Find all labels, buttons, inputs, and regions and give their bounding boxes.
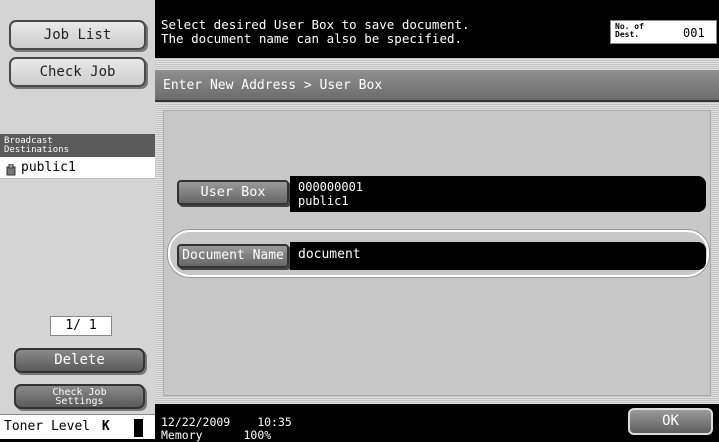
user-box-button[interactable]: User Box	[177, 180, 289, 205]
user-box-name: public1	[298, 194, 349, 208]
check-job-settings-button[interactable]: Check Job Settings	[14, 384, 145, 409]
document-name-button[interactable]: Document Name	[177, 244, 289, 268]
document-name-label: Document Name	[182, 248, 284, 263]
user-box-icon	[6, 162, 16, 176]
document-name-value: document	[298, 247, 361, 262]
breadcrumb: Enter New Address > User Box	[155, 70, 719, 102]
broadcast-destinations-header: Broadcast Destinations	[0, 134, 155, 157]
broadcast-title-line2: Destinations	[4, 145, 70, 155]
memory-value: 100%	[243, 428, 272, 442]
document-name-field[interactable]: document	[290, 242, 706, 270]
check-job-label: Check Job	[39, 64, 116, 80]
time: 10:35	[257, 415, 292, 429]
check-job-settings-line2: Settings	[55, 396, 104, 407]
dest-count-label: No. of Dest.	[615, 22, 644, 39]
ok-label: OK	[662, 413, 679, 429]
toner-level-label: Toner Level	[4, 419, 91, 434]
toner-level: Toner Level K	[0, 414, 155, 439]
delete-label: Delete	[54, 352, 105, 368]
user-box-label: User Box	[200, 184, 266, 200]
left-panel: Job List Check Job Broadcast Destination…	[0, 0, 155, 439]
memory-status: Memory 100%	[161, 429, 271, 441]
destination-list-item[interactable]: public1	[0, 157, 155, 179]
job-list-button[interactable]: Job List	[9, 20, 146, 50]
page-indicator: 1/ 1	[50, 316, 112, 336]
memory-label: Memory	[161, 428, 203, 442]
destination-count-box: No. of Dest. 001	[610, 20, 717, 44]
status-footer: 12/22/2009 10:35 Memory 100% OK	[155, 404, 719, 441]
user-box-value: 000000001 public1	[290, 176, 706, 212]
delete-button[interactable]: Delete	[14, 348, 145, 373]
date-time: 12/22/2009 10:35	[161, 416, 292, 428]
breadcrumb-text: Enter New Address > User Box	[163, 78, 383, 93]
ok-button[interactable]: OK	[628, 408, 713, 435]
dest-count-value: 001	[683, 26, 705, 40]
toner-color-label: K	[101, 419, 110, 434]
job-list-label: Job List	[43, 27, 112, 43]
message-line1: Select desired User Box to save document…	[161, 17, 470, 32]
message-line2: The document name can also be specified.	[161, 31, 463, 46]
check-job-button[interactable]: Check Job	[9, 57, 146, 87]
destination-name: public1	[21, 160, 76, 175]
date: 12/22/2009	[161, 415, 231, 429]
user-box-number: 000000001	[298, 180, 364, 194]
toner-level-bar	[134, 419, 143, 437]
